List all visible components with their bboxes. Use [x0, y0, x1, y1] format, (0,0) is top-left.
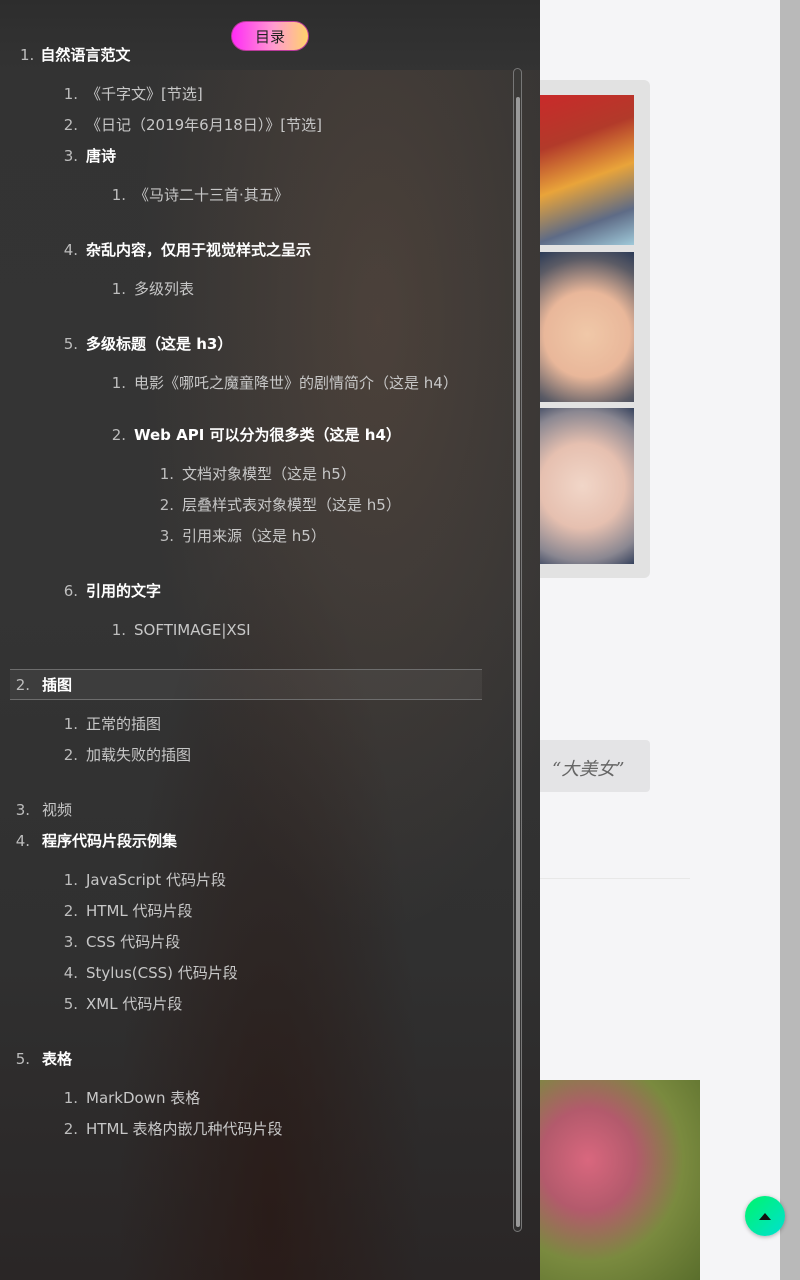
toc-item-number: 2.	[111, 426, 126, 444]
toc-item-number: 2.	[63, 746, 78, 764]
toc-item-number: 3.	[63, 147, 78, 165]
toc-item-label: XML 代码片段	[86, 995, 183, 1013]
toc-item-clipped[interactable]: 1. 自然语言范文	[20, 44, 130, 65]
back-to-top-button[interactable]	[745, 1196, 785, 1236]
toc-item-number: 1.	[111, 280, 126, 298]
toc-active-border-bottom	[10, 699, 482, 700]
toc-item-number: 5.	[63, 335, 78, 353]
toc-item-label: 电影《哪吒之魔童降世》的剧情简介（这是 h4）	[134, 374, 458, 392]
toc-scrollbar-thumb[interactable]	[516, 97, 520, 1227]
toc-item-number: 1.	[63, 871, 78, 889]
photo-baby-sleeping[interactable]	[540, 408, 634, 564]
quote-text: “大美女”	[552, 759, 625, 780]
toc-item-label: 程序代码片段示例集	[42, 832, 178, 850]
toc-item-label: CSS 代码片段	[86, 933, 181, 951]
toc-item-label: HTML 表格内嵌几种代码片段	[86, 1120, 283, 1138]
toc-item-number: 1.	[111, 621, 126, 639]
toc-item-label: 加载失败的插图	[86, 746, 192, 764]
toc-item-label: JavaScript 代码片段	[86, 871, 226, 889]
toc-item-label: 《马诗二十三首·其五》	[134, 186, 289, 204]
toc-active-border-top	[10, 669, 482, 670]
divider	[540, 878, 690, 879]
toc-item-label: HTML 代码片段	[86, 902, 193, 920]
toc-item-label: 正常的插图	[86, 715, 162, 733]
toc-item-label: 唐诗	[86, 147, 117, 165]
toc-item-number: 2.	[63, 116, 78, 134]
toc-item-label: 文档对象模型（这是 h5）	[182, 465, 356, 483]
toc-item-number: 1.	[63, 1089, 78, 1107]
toc-item-number: 2.	[159, 496, 174, 514]
toc-item-number: 4.	[15, 832, 30, 850]
toc-item-label: 多级标题（这是 h3）	[86, 335, 233, 353]
toc-item-label: 《日记（2019年6月18日）》[节选]	[86, 116, 323, 134]
toc-item-label: 自然语言范文	[40, 46, 131, 64]
toc-item-number: 2.	[63, 1120, 78, 1138]
toc-item-number: 4.	[63, 964, 78, 982]
toc-item-label: MarkDown 表格	[86, 1089, 201, 1107]
flower-image[interactable]	[540, 1080, 700, 1280]
toc-item-label: 表格	[42, 1050, 73, 1068]
toc-item-number: 3.	[15, 801, 30, 819]
toc-item-label: SOFTIMAGE|XSI	[134, 621, 251, 639]
toc-item-number: 1.	[63, 85, 78, 103]
toc-item-number: 5.	[63, 995, 78, 1013]
toc-item-number: 1.	[20, 46, 35, 64]
photo-child-laughing[interactable]	[540, 252, 634, 402]
toc-item-label: 多级列表	[134, 280, 195, 298]
toc-item-number: 3.	[63, 933, 78, 951]
toc-item-number: 2.	[63, 902, 78, 920]
toc-item-label: 层叠样式表对象模型（这是 h5）	[182, 496, 401, 514]
caret-up-icon	[759, 1212, 771, 1220]
toc-item-label: 《千字文》[节选]	[86, 85, 203, 103]
page-scrollbar[interactable]	[780, 0, 800, 1280]
toc-toggle-button[interactable]: 目录	[231, 21, 309, 51]
toc-item-number: 5.	[15, 1050, 30, 1068]
toc-item-label: 引用来源（这是 h5）	[182, 527, 326, 545]
photo-child-orange-jacket[interactable]	[540, 95, 634, 245]
toc-item-number: 6.	[63, 582, 78, 600]
toc-item-number: 1.	[111, 374, 126, 392]
toc-item-label: Stylus(CSS) 代码片段	[86, 964, 238, 982]
toc-item-label: Web API 可以分为很多类（这是 h4）	[134, 426, 401, 444]
toc-item-label: 引用的文字	[86, 582, 162, 600]
toc-item-label: 插图	[42, 676, 73, 694]
toc-item-number: 1.	[111, 186, 126, 204]
toc-item-number: 4.	[63, 241, 78, 259]
toc-item-label: 视频	[42, 801, 73, 819]
toc-active-highlight	[10, 670, 482, 699]
toc-item-label: 杂乱内容，仅用于视觉样式之呈示	[86, 241, 312, 259]
toc-item-number: 1.	[63, 715, 78, 733]
toc-item-number: 3.	[159, 527, 174, 545]
toc-item-number: 2.	[15, 676, 30, 694]
toc-item-number: 1.	[159, 465, 174, 483]
toc-panel: 1. 自然语言范文 目录 1. 《千字文》[节选] 2. 《日记（2019年6月18日…	[0, 0, 540, 1280]
